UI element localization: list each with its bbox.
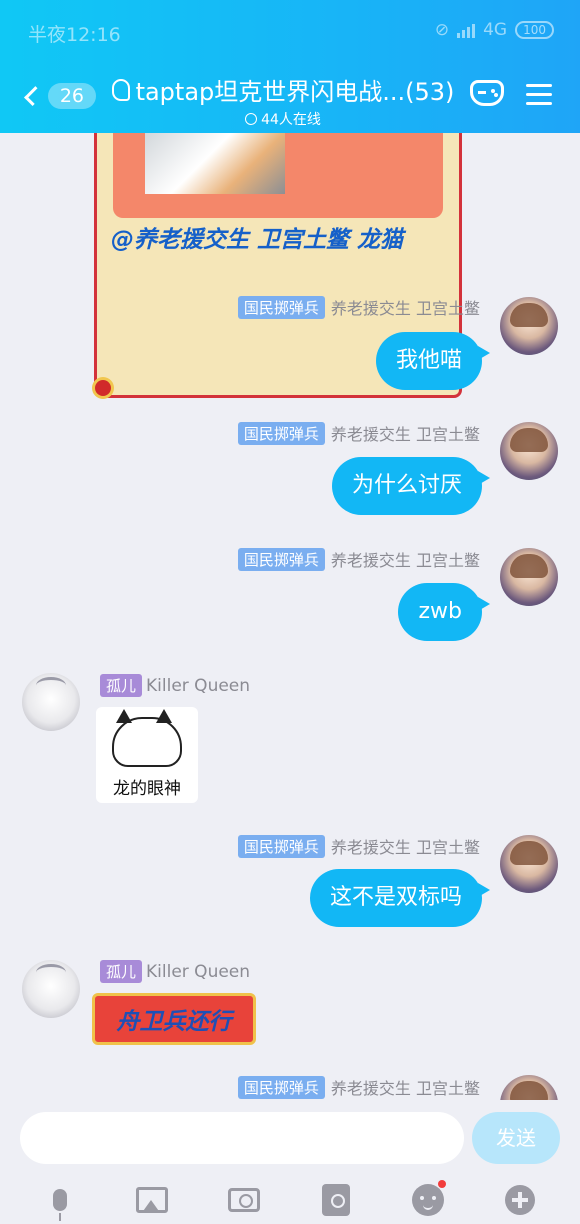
- sticker-caption: @养老援交生 卫宫土鳖 龙猫: [111, 227, 404, 253]
- avatar[interactable]: [22, 960, 80, 1018]
- image-icon: [136, 1187, 168, 1213]
- status-icons: ⊘ 4G 100: [435, 20, 554, 40]
- sender-name: 养老援交生 卫宫土鳖: [330, 299, 480, 318]
- message-input[interactable]: [20, 1112, 464, 1164]
- avatar[interactable]: [500, 1075, 558, 1100]
- sticker-text: 舟卫兵还行: [116, 1009, 232, 1035]
- meme-sticker[interactable]: 龙的眼神: [96, 707, 198, 803]
- sender-name: 养老援交生 卫宫土鳖: [330, 551, 480, 570]
- voice-button[interactable]: [40, 1180, 80, 1221]
- input-toolbar: [0, 1176, 580, 1224]
- menu-icon[interactable]: [526, 84, 552, 106]
- sender-name: Killer Queen: [146, 675, 251, 696]
- status-bar: 半夜12:16 ⊘ 4G 100: [0, 0, 580, 62]
- network-type: 4G: [483, 20, 508, 40]
- sender-name: Killer Queen: [146, 961, 251, 982]
- member-title-badge: 孤儿: [100, 674, 143, 697]
- chevron-left-icon: [24, 86, 44, 106]
- status-time: 半夜12:16: [28, 24, 121, 46]
- unread-count-badge: 26: [47, 83, 96, 109]
- meme-text: 龙的眼神: [113, 779, 181, 799]
- camera-button[interactable]: [224, 1180, 264, 1220]
- chat-header: 半夜12:16 ⊘ 4G 100 26 taptap坦克世界闪电战...(53)…: [0, 0, 580, 133]
- input-bar: 发送: [0, 1100, 580, 1224]
- earpiece-icon: [111, 78, 130, 101]
- more-button[interactable]: [500, 1180, 540, 1220]
- cat-photo: [145, 133, 285, 194]
- message-bubble[interactable]: 为什么讨厌: [331, 457, 491, 515]
- message-list[interactable]: @养老援交生 卫宫土鳖 龙猫 国民掷弹兵 养老援交生 卫宫土鳖 我他喵 国民掷弹…: [0, 133, 580, 1100]
- avatar[interactable]: [500, 548, 558, 606]
- member-title-badge: 孤儿: [100, 960, 143, 983]
- send-button[interactable]: 发送: [472, 1112, 560, 1164]
- avatar[interactable]: [500, 297, 558, 355]
- message-bubble[interactable]: 这不是双标吗: [309, 869, 491, 927]
- red-packet-icon: [322, 1184, 350, 1216]
- online-count: 44人在线: [261, 112, 321, 128]
- sender-name: 养老援交生 卫宫土鳖: [330, 838, 480, 857]
- notification-dot: [438, 1180, 446, 1188]
- cat-drawing-icon: [112, 717, 182, 767]
- emoji-button[interactable]: [408, 1180, 448, 1220]
- sender-name: 养老援交生 卫宫土鳖: [330, 1079, 480, 1098]
- signal-icon: [457, 22, 476, 38]
- group-title-area[interactable]: taptap坦克世界闪电战...(53) 44人在线: [108, 72, 458, 129]
- member-title-badge: 国民掷弹兵: [237, 421, 325, 445]
- member-title-badge: 国民掷弹兵: [237, 834, 325, 858]
- message-bubble[interactable]: 我他喵: [375, 332, 491, 390]
- battery-icon: 100: [515, 21, 554, 39]
- gamepad-icon[interactable]: [470, 80, 504, 106]
- message-bubble[interactable]: zwb: [398, 583, 490, 641]
- emoji-icon: [412, 1184, 444, 1216]
- group-title: taptap坦克世界闪电战...(53): [135, 78, 455, 106]
- camera-icon: [228, 1188, 260, 1212]
- red-packet-button[interactable]: [316, 1180, 356, 1220]
- member-title-badge: 国民掷弹兵: [237, 1075, 325, 1099]
- avatar[interactable]: [500, 422, 558, 480]
- nav-bar: 26 taptap坦克世界闪电战...(53) 44人在线: [0, 62, 580, 133]
- back-button[interactable]: 26: [22, 76, 96, 116]
- mic-icon: [53, 1189, 67, 1221]
- flower-decoration-icon: [95, 380, 111, 396]
- sender-name: 养老援交生 卫宫土鳖: [330, 425, 480, 444]
- member-title-badge: 国民掷弹兵: [237, 547, 325, 571]
- mute-icon: ⊘: [434, 20, 450, 40]
- online-status-icon: [245, 113, 258, 125]
- image-button[interactable]: [132, 1180, 172, 1220]
- member-title-badge: 国民掷弹兵: [237, 295, 325, 319]
- avatar[interactable]: [22, 673, 80, 731]
- avatar[interactable]: [500, 835, 558, 893]
- plus-icon: [505, 1185, 535, 1215]
- text-sticker[interactable]: 舟卫兵还行: [92, 993, 256, 1045]
